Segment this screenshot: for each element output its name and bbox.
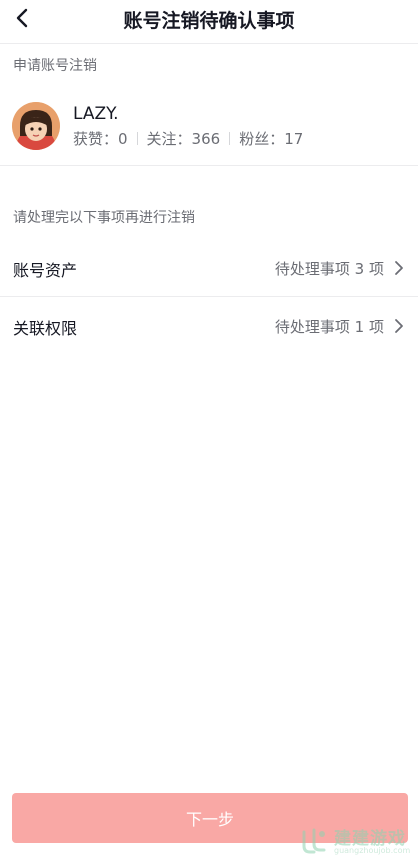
header-bar: 账号注销待确认事项	[0, 0, 418, 38]
stat-likes: 获赞：0	[73, 130, 128, 148]
chevron-right-icon	[395, 319, 403, 333]
pending-item-count: 待处理事项 1 项	[274, 318, 384, 336]
avatar	[12, 102, 60, 150]
chevron-right-icon	[395, 261, 403, 275]
pending-item-title: 账号资产	[13, 261, 78, 280]
page-title: 账号注销待确认事项	[123, 10, 295, 32]
watermark: 建建游戏 guangzhoujob.com	[296, 824, 418, 860]
row-divider	[0, 296, 418, 297]
stat-separator	[136, 132, 138, 145]
pending-section-label: 请处理完以下事项再进行注销	[13, 210, 195, 226]
header-divider	[0, 43, 418, 44]
pending-item-linked-permissions[interactable]: 关联权限 待处理事项 1 项	[0, 298, 418, 354]
username: LAZY.	[73, 104, 119, 124]
pending-item-account-assets[interactable]: 账号资产 待处理事项 3 项	[0, 240, 418, 296]
user-stats: 获赞：0 关注：366 粉丝：17	[73, 128, 303, 149]
watermark-logo-icon	[302, 828, 326, 854]
stat-followers: 粉丝：17	[239, 130, 304, 148]
stat-following: 关注：366	[146, 130, 221, 148]
avatar-image	[12, 102, 60, 150]
pending-item-title: 关联权限	[13, 319, 78, 338]
watermark-url: guangzhoujob.com	[334, 846, 411, 855]
apply-section-label: 申请账号注销	[13, 58, 97, 74]
pending-item-count: 待处理事项 3 项	[274, 260, 384, 278]
user-divider	[0, 165, 418, 166]
stat-separator	[229, 132, 231, 145]
user-card: LAZY. 获赞：0 关注：366 粉丝：17	[12, 102, 408, 152]
